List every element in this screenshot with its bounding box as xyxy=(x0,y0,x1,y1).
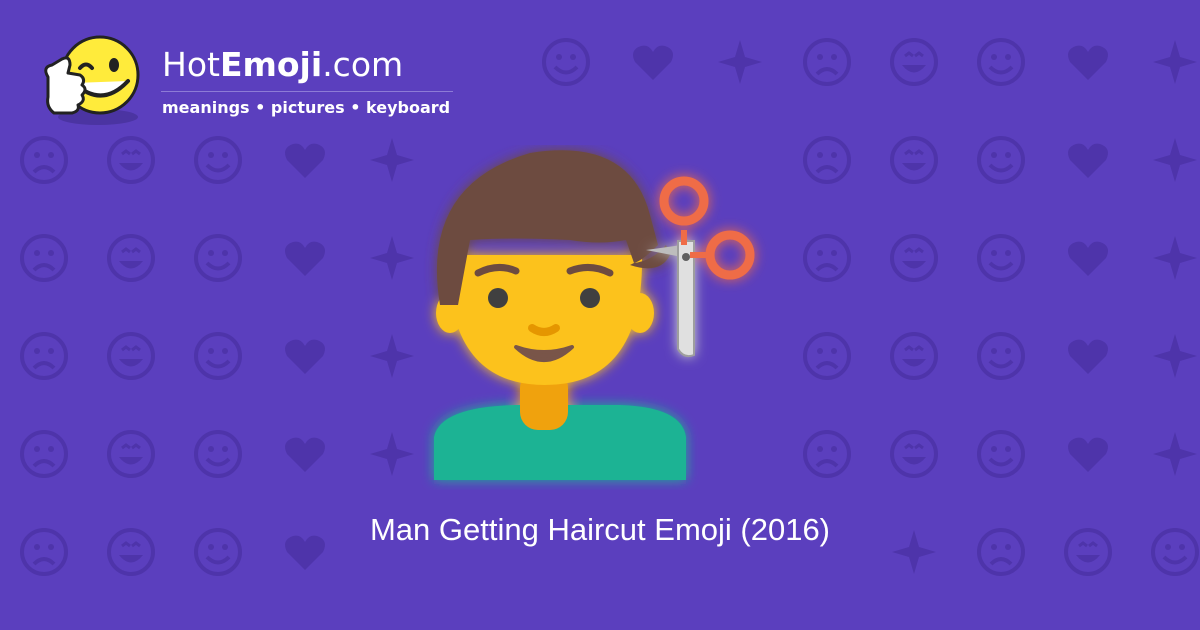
brand-name-prefix: Hot xyxy=(162,45,220,84)
left-arrow-icon xyxy=(977,430,1025,478)
ok-hand-icon xyxy=(890,430,938,478)
fire-icon xyxy=(20,332,68,380)
broken-heart-icon xyxy=(107,430,155,478)
smiley-face-icon xyxy=(20,234,68,282)
music-notes-icon xyxy=(285,437,325,472)
check-mark-icon xyxy=(1068,143,1108,178)
recycle-icon xyxy=(370,236,414,280)
sparkles-icon xyxy=(194,234,242,282)
hotemoji-logo-icon[interactable] xyxy=(40,35,150,130)
left-arrow-icon xyxy=(107,136,155,184)
ok-hand-icon xyxy=(1068,241,1108,276)
sparkles-icon xyxy=(20,430,68,478)
raised-hands-icon xyxy=(890,234,938,282)
brand-tagline: meanings • pictures • keyboard xyxy=(162,98,451,117)
eyes-icon xyxy=(977,234,1025,282)
monkey-icon xyxy=(977,332,1025,380)
eyes-icon xyxy=(803,430,851,478)
smiley-face-icon xyxy=(1068,339,1108,374)
heart-icon xyxy=(633,45,673,80)
party-popper-icon xyxy=(107,332,155,380)
fire-icon xyxy=(1068,437,1108,472)
check-mark-icon xyxy=(890,332,938,380)
ok-hand-icon xyxy=(20,136,68,184)
man-getting-haircut-icon xyxy=(434,150,755,480)
recycle-icon xyxy=(890,38,938,86)
flexed-bicep-icon xyxy=(370,334,414,378)
monkey-icon xyxy=(1153,138,1197,182)
rose-icon xyxy=(370,138,414,182)
raised-hands-icon xyxy=(1068,45,1108,80)
party-popper-icon xyxy=(285,143,325,178)
heart-icon xyxy=(107,234,155,282)
brand-divider xyxy=(161,91,453,92)
eyes-icon xyxy=(1153,40,1197,84)
broken-heart-icon xyxy=(285,241,325,276)
smiley-face-icon xyxy=(542,38,590,86)
sun-icon xyxy=(285,339,325,374)
music-notes-icon xyxy=(803,234,851,282)
flexed-bicep-icon xyxy=(890,136,938,184)
camera-icon xyxy=(803,332,851,380)
sun-icon xyxy=(803,136,851,184)
emoji-title: Man Getting Haircut Emoji (2016) xyxy=(369,512,831,547)
raised-hands-icon xyxy=(370,432,414,476)
brand-name-bold: Emoji xyxy=(219,45,323,84)
music-notes-icon xyxy=(977,38,1025,86)
fire-icon xyxy=(194,136,242,184)
camera-icon xyxy=(977,136,1025,184)
left-arrow-icon xyxy=(1153,236,1197,280)
party-popper-icon xyxy=(1153,432,1197,476)
broken-heart-icon xyxy=(803,38,851,86)
brand-name-suffix: .com xyxy=(322,45,404,84)
sparkles-icon xyxy=(718,40,762,84)
rose-icon xyxy=(194,332,242,380)
heart-icon xyxy=(1153,334,1197,378)
brand-name[interactable]: HotEmoji.com xyxy=(162,48,403,81)
recycle-icon xyxy=(194,430,242,478)
